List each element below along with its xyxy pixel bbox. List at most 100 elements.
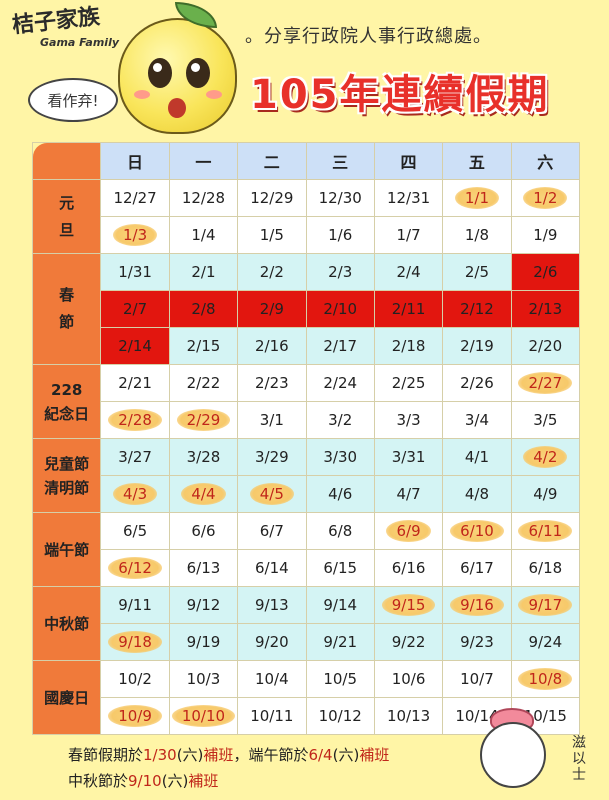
date-text: 9/11 <box>118 596 152 614</box>
date-cell: 4/1 <box>442 438 512 476</box>
date-text: 4/8 <box>464 485 489 503</box>
date-cell: 2/17 <box>305 327 375 365</box>
holiday-name-cell: 兒童節 清明節 <box>31 438 102 513</box>
date-cell: 2/18 <box>373 327 444 365</box>
footer-text: 春節假期於 <box>68 746 144 764</box>
highlighted-text: 9/10 <box>128 772 162 790</box>
date-text: 2/8 <box>191 300 216 318</box>
date-text: 2/24 <box>323 374 358 392</box>
date-cell: 10/11 <box>237 697 307 735</box>
date-cell: 2/16 <box>237 327 307 365</box>
date-text: 2/25 <box>391 374 426 392</box>
date-text: 2/27 <box>518 372 573 394</box>
mascot-cheek <box>206 90 222 99</box>
highlighted-text: 補班 <box>359 746 390 764</box>
date-cell: 9/21 <box>305 623 375 661</box>
date-cell: 3/1 <box>237 401 307 439</box>
date-cell: 3/30 <box>305 438 375 476</box>
date-text: 1/2 <box>523 187 568 209</box>
date-text: 6/16 <box>391 559 426 577</box>
date-text: 12/28 <box>181 189 226 207</box>
holiday-name-text: 紀念日 <box>44 404 90 423</box>
holiday-name-text: 元 <box>59 193 75 212</box>
date-cell: 1/8 <box>442 216 512 254</box>
calendar-week-row: 2/28 2/29 3/1 3/2 3/3 3/4 3/5 <box>33 401 581 439</box>
page-title: 105年連續假期 <box>250 72 550 118</box>
date-text: 10/5 <box>323 670 358 688</box>
calendar-week-row: 9/18 9/19 9/20 9/21 9/22 9/23 9/24 <box>33 623 581 661</box>
date-text: 10/8 <box>518 668 573 690</box>
makeup-workday-note: 春節假期於1/30(六)補班，端午節於6/4(六)補班 中秋節於9/10(六)補… <box>68 742 389 794</box>
day-off-cell: 6/12 <box>100 549 170 587</box>
mascot-mouth <box>168 98 186 118</box>
date-text: 3/1 <box>259 411 284 429</box>
weekday-header: 四 <box>373 142 444 180</box>
date-text: 1/4 <box>191 226 216 244</box>
date-cell: 3/2 <box>305 401 375 439</box>
date-cell: 2/7 <box>100 290 170 328</box>
date-text: 2/26 <box>460 374 494 392</box>
date-text: 2/21 <box>118 374 152 392</box>
date-text: 2/14 <box>118 337 152 355</box>
day-off-cell: 1/3 <box>100 216 170 254</box>
footer-text: 中秋節於 <box>68 772 129 790</box>
date-text: 1/8 <box>464 226 489 244</box>
date-text: 10/13 <box>386 707 431 725</box>
date-cell: 4/9 <box>510 475 581 513</box>
date-cell: 2/26 <box>442 364 512 402</box>
day-off-cell: 10/9 <box>100 697 170 735</box>
date-cell: 6/17 <box>442 549 512 587</box>
calendar-week-row: 4/3 4/4 4/5 4/6 4/7 4/8 4/9 <box>33 475 581 513</box>
date-cell: 1/9 <box>510 216 581 254</box>
footer-text: ，端午節於 <box>233 746 309 764</box>
date-cell: 1/31 <box>100 253 170 291</box>
date-cell: 10/7 <box>442 660 512 698</box>
date-text: 3/4 <box>464 411 489 429</box>
date-text: 6/8 <box>328 522 353 540</box>
date-text: 2/17 <box>323 337 358 355</box>
date-cell: 1/4 <box>168 216 239 254</box>
holiday-name-cell: 國慶日 <box>31 660 102 735</box>
date-text: 2/1 <box>191 263 216 281</box>
date-cell: 9/13 <box>237 586 307 624</box>
date-text: 2/15 <box>186 337 221 355</box>
date-cell: 2/10 <box>305 290 375 328</box>
holiday-name-cell: 中秋節 <box>31 586 102 661</box>
date-text: 2/13 <box>528 300 563 318</box>
date-cell: 6/6 <box>168 512 239 550</box>
day-off-cell: 9/16 <box>442 586 512 624</box>
holiday-name-cell: 春節 <box>31 253 102 365</box>
date-text: 3/28 <box>186 448 221 466</box>
date-cell: 9/23 <box>442 623 512 661</box>
date-text: 10/3 <box>186 670 221 688</box>
date-cell: 12/30 <box>305 179 375 217</box>
header-corner <box>31 142 102 180</box>
day-off-cell: 1/1 <box>442 179 512 217</box>
day-off-cell: 9/18 <box>100 623 170 661</box>
date-cell: 10/4 <box>237 660 307 698</box>
date-text: 9/15 <box>381 594 436 616</box>
date-text: 1/3 <box>112 224 158 246</box>
day-off-cell: 4/5 <box>237 475 307 513</box>
holiday-name-cell: 端午節 <box>31 512 102 587</box>
date-text: 4/4 <box>181 483 226 505</box>
date-text: 12/31 <box>386 189 431 207</box>
calendar-week-row: 1/3 1/4 1/5 1/6 1/7 1/8 1/9 <box>33 216 581 254</box>
day-off-cell: 4/3 <box>100 475 170 513</box>
date-cell: 2/22 <box>168 364 239 402</box>
date-text: 10/2 <box>118 670 152 688</box>
date-cell: 2/4 <box>373 253 444 291</box>
calendar-week-row: 端午節 6/5 6/6 6/7 6/8 6/9 6/10 6/11 <box>31 512 581 587</box>
holiday-name-text: 旦 <box>59 220 75 239</box>
date-cell: 2/9 <box>237 290 307 328</box>
holiday-name-text: 兒童節 <box>44 454 90 473</box>
date-cell: 10/6 <box>373 660 444 698</box>
day-off-cell: 9/15 <box>373 586 444 624</box>
weekday-header: 五 <box>442 142 512 180</box>
date-text: 4/2 <box>523 446 568 468</box>
date-cell: 10/5 <box>305 660 375 698</box>
date-cell: 6/16 <box>373 549 444 587</box>
highlighted-text: 6/4 <box>308 746 333 764</box>
date-cell: 2/15 <box>168 327 239 365</box>
date-text: 12/30 <box>318 189 362 207</box>
